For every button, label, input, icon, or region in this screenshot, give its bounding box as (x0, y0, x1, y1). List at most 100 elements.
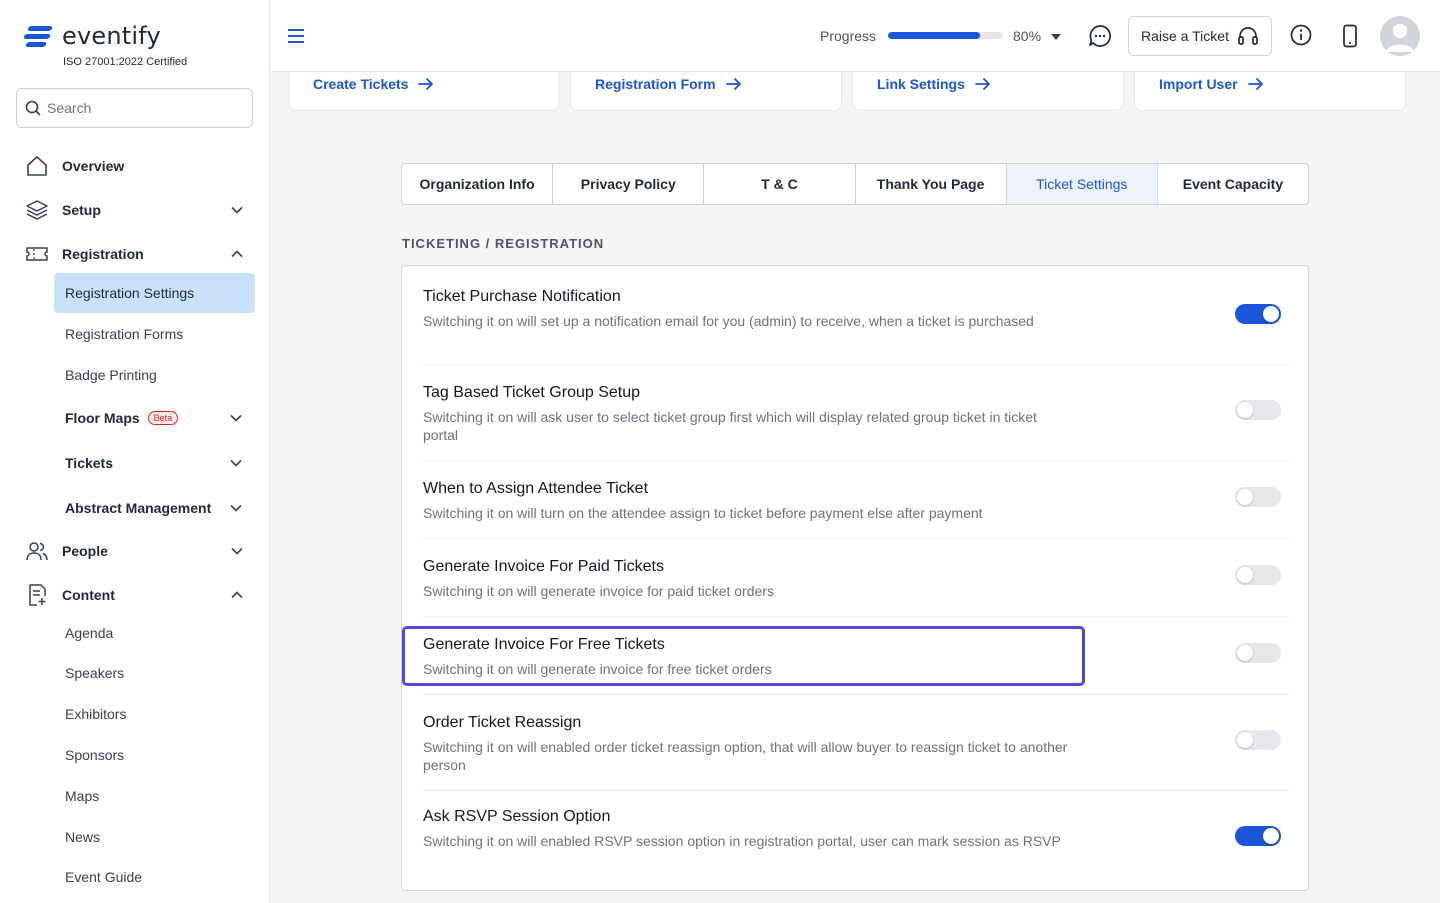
quick-link-label: Import User (1159, 76, 1238, 92)
toggle-switch[interactable] (1235, 304, 1281, 324)
setting-description: Switching it on will ask user to select … (423, 409, 1037, 443)
toggle-switch[interactable] (1235, 730, 1281, 750)
tab-ticket-settings[interactable]: Ticket Settings (1006, 164, 1158, 204)
sidebar: eventify ISO 27001:2022 Certified Overvi… (0, 0, 270, 903)
layers-icon (26, 200, 48, 220)
sub-speakers[interactable]: Speakers (54, 653, 255, 693)
quick-link-import-user[interactable]: Import User (1159, 76, 1264, 92)
sub-sponsors[interactable]: Sponsors (54, 735, 255, 775)
raise-ticket-button[interactable]: Raise a Ticket (1128, 16, 1272, 56)
setting-title: Generate Invoice For Paid Tickets (423, 558, 664, 575)
nav-label: Content (62, 587, 115, 603)
quick-link-label: Create Tickets (313, 76, 409, 92)
home-icon (27, 156, 47, 176)
setting-row: Tag Based Ticket Group Setup Switching i… (423, 365, 1289, 461)
sub-label: Tickets (65, 455, 113, 471)
section-title: TICKETING / REGISTRATION (402, 236, 605, 251)
nav-label: People (62, 543, 108, 559)
sub-label: Abstract Management (65, 500, 212, 516)
search-box[interactable] (16, 88, 253, 128)
toggle-switch[interactable] (1235, 565, 1281, 585)
toggle-switch[interactable] (1235, 487, 1281, 507)
sub-floor-maps[interactable]: Floor Maps Beta (54, 398, 255, 438)
nav-setup[interactable]: Setup (24, 197, 244, 223)
nav-label: Setup (62, 202, 101, 218)
sub-news[interactable]: News (54, 817, 255, 857)
setting-row: Generate Invoice For Free Tickets Switch… (423, 617, 1289, 695)
headset-icon (1238, 27, 1258, 45)
setting-title: When to Assign Attendee Ticket (423, 480, 649, 497)
progress-bar (888, 32, 1003, 39)
brand-name: eventify (62, 22, 161, 50)
info-icon[interactable] (1290, 24, 1312, 46)
setting-description: Switching it on will turn on the attende… (423, 505, 983, 521)
tab-thank-you-page[interactable]: Thank You Page (856, 164, 1007, 204)
chevron-down-icon (230, 414, 242, 422)
beta-badge: Beta (147, 411, 179, 425)
toggle-switch[interactable] (1235, 826, 1281, 846)
setting-description: Switching it on will generate invoice fo… (423, 583, 774, 599)
setting-row: Generate Invoice For Paid Tickets Switch… (423, 539, 1289, 617)
nav-content[interactable]: Content (24, 582, 244, 608)
search-input[interactable] (47, 100, 237, 116)
setting-row: Ask RSVP Session Option Switching it on … (423, 791, 1289, 890)
setting-title: Order Ticket Reassign (423, 714, 582, 731)
nav-overview[interactable]: Overview (24, 153, 244, 179)
ticket-icon (26, 247, 48, 261)
nav-registration[interactable]: Registration (24, 241, 244, 267)
chevron-up-icon (231, 250, 243, 258)
document-add-icon (29, 584, 46, 606)
sub-registration-forms[interactable]: Registration Forms (54, 314, 255, 354)
quick-link-label: Link Settings (877, 76, 965, 92)
chevron-down-icon (231, 206, 243, 214)
quick-link-registration-form[interactable]: Registration Form (595, 76, 742, 92)
sub-event-guide[interactable]: Event Guide (54, 857, 255, 897)
menu-icon[interactable] (287, 28, 305, 44)
setting-description: Switching it on will enabled RSVP sessio… (423, 833, 1061, 849)
sub-registration-settings[interactable]: Registration Settings (54, 273, 255, 313)
arrow-right-icon (975, 78, 990, 90)
quick-link-create-tickets[interactable]: Create Tickets (313, 76, 434, 92)
setting-row: Ticket Purchase Notification Switching i… (423, 266, 1289, 365)
mobile-icon[interactable] (1342, 24, 1358, 48)
sub-abstract-management[interactable]: Abstract Management (54, 488, 255, 528)
arrow-right-icon (725, 78, 741, 90)
sub-badge-printing[interactable]: Badge Printing (54, 355, 255, 395)
users-icon (26, 542, 48, 561)
progress-percent: 80% (1013, 28, 1042, 44)
sub-maps[interactable]: Maps (54, 776, 255, 816)
top-header: Progress 80% Raise a Ticket (271, 0, 1440, 72)
certification-text: ISO 27001:2022 Certified (63, 56, 188, 68)
settings-tabs: Organization Info Privacy Policy T & C T… (401, 163, 1309, 205)
tab-organization-info[interactable]: Organization Info (402, 164, 554, 204)
raise-ticket-label: Raise a Ticket (1141, 28, 1229, 44)
quick-link-link-settings[interactable]: Link Settings (877, 76, 991, 92)
logo[interactable]: eventify (23, 22, 161, 50)
nav-people[interactable]: People (24, 538, 244, 564)
sub-agenda[interactable]: Agenda (54, 613, 255, 653)
tab-terms[interactable]: T & C (704, 164, 856, 204)
user-avatar[interactable] (1380, 16, 1420, 56)
setting-description: Switching it on will enabled order ticke… (423, 739, 1068, 773)
arrow-right-icon (418, 78, 434, 90)
search-icon (25, 100, 41, 116)
toggle-switch[interactable] (1235, 400, 1281, 420)
eventify-logo-icon (23, 23, 54, 49)
chevron-down-icon (231, 547, 243, 555)
progress-fill (888, 32, 980, 39)
settings-panel: Ticket Purchase Notification Switching i… (401, 265, 1309, 891)
toggle-switch[interactable] (1235, 643, 1281, 663)
tab-privacy-policy[interactable]: Privacy Policy (553, 164, 705, 204)
arrow-right-icon (1247, 78, 1263, 90)
setting-description: Switching it on will generate invoice fo… (423, 661, 772, 677)
tab-event-capacity[interactable]: Event Capacity (1158, 164, 1308, 204)
caret-down-icon[interactable] (1051, 34, 1061, 40)
sub-label: Floor Maps (65, 410, 140, 426)
chevron-down-icon (230, 504, 242, 512)
setting-title: Ticket Purchase Notification (423, 288, 621, 305)
nav-label: Overview (62, 158, 125, 174)
sub-tickets[interactable]: Tickets (54, 443, 255, 483)
chat-icon[interactable] (1088, 24, 1112, 48)
setting-row: When to Assign Attendee Ticket Switching… (423, 461, 1289, 539)
sub-exhibitors[interactable]: Exhibitors (54, 694, 255, 734)
